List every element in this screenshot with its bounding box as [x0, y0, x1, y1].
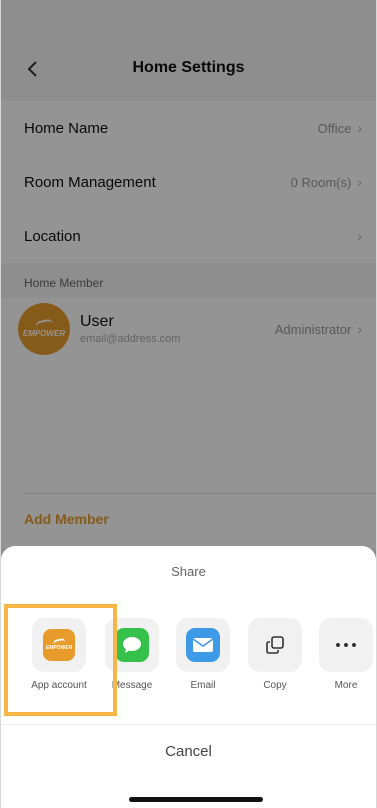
share-email-button[interactable]: [176, 618, 230, 672]
sheet-divider: [1, 724, 376, 725]
copy-icon: [266, 636, 284, 654]
home-indicator: [129, 797, 263, 802]
share-sheet-title: Share: [171, 564, 206, 579]
message-icon: [115, 628, 149, 662]
app-screen: Home Settings Home Name Office › Room Man…: [0, 0, 377, 808]
highlight-box: [4, 604, 117, 716]
share-more-button[interactable]: [319, 618, 373, 672]
share-more-label: More: [334, 680, 358, 691]
share-copy-button[interactable]: [248, 618, 302, 672]
more-icon: [336, 643, 356, 647]
cancel-button[interactable]: Cancel: [1, 743, 376, 760]
email-icon: [186, 628, 220, 662]
